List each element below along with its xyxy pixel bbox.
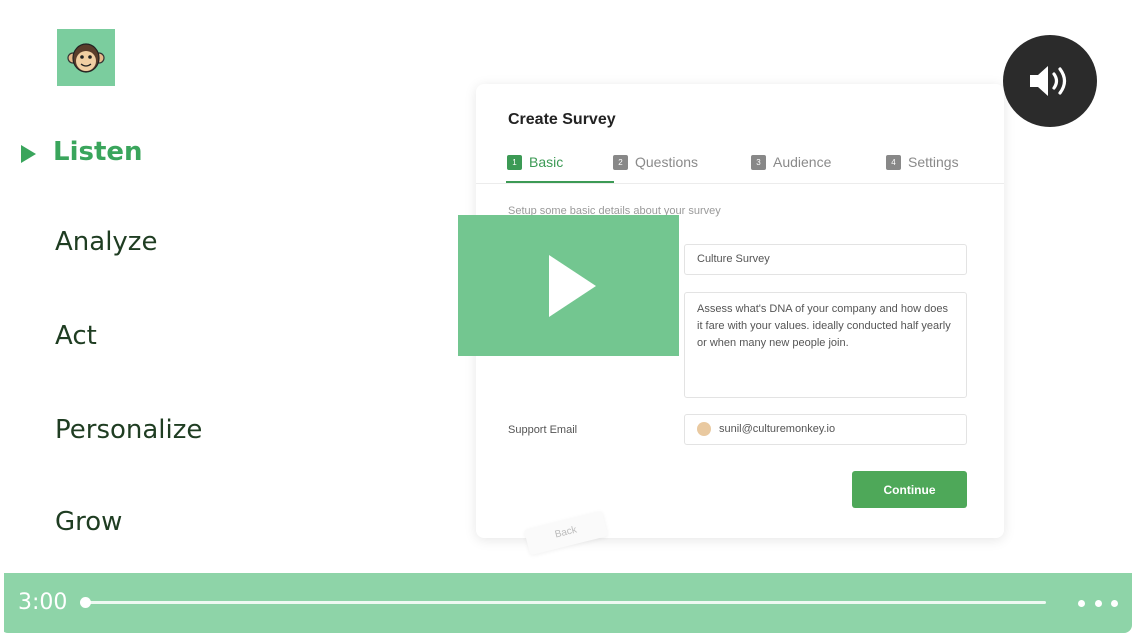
tab-number: 1	[507, 154, 522, 170]
card-title: Create Survey	[508, 111, 616, 128]
play-button[interactable]	[458, 215, 679, 356]
support-email-input[interactable]: sunil@culturemonkey.io	[684, 414, 967, 445]
tab-settings[interactable]: 4 Settings	[886, 154, 959, 170]
nav-item-grow[interactable]: Grow	[55, 507, 122, 537]
tab-number: 4	[886, 154, 901, 170]
survey-name-input[interactable]: Culture Survey	[684, 244, 967, 275]
progress-handle[interactable]	[80, 597, 91, 608]
avatar	[697, 422, 711, 437]
description-textarea[interactable]: Assess what's DNA of your company and ho…	[684, 292, 967, 398]
survey-tabs: 1 Basic 2 Questions 3 Audience 4 Setting…	[476, 150, 1004, 184]
tab-audience[interactable]: 3 Audience	[751, 154, 831, 170]
tab-number: 2	[613, 154, 628, 170]
nav-item-act[interactable]: Act	[55, 321, 97, 351]
play-icon	[549, 254, 596, 317]
volume-button[interactable]	[1003, 35, 1097, 127]
active-item-arrow-icon	[21, 145, 36, 163]
tab-questions[interactable]: 2 Questions	[613, 154, 698, 170]
support-email-value: sunil@culturemonkey.io	[719, 423, 836, 435]
more-icon	[1078, 599, 1085, 607]
support-email-label: Support Email	[508, 424, 578, 436]
tab-label: Questions	[635, 154, 699, 170]
more-icon	[1094, 599, 1102, 607]
playback-time: 3:00	[18, 590, 68, 615]
more-icon	[1111, 599, 1118, 607]
volume-icon	[1030, 66, 1067, 96]
active-tab-underline	[506, 181, 614, 183]
tab-label: Settings	[908, 154, 959, 170]
progress-bar[interactable]	[84, 601, 1046, 604]
more-options-button[interactable]	[1078, 594, 1118, 612]
tab-number: 3	[751, 154, 766, 170]
player-control-bar: 3:00	[4, 573, 1132, 633]
nav-item-personalize[interactable]: Personalize	[55, 415, 202, 445]
back-button[interactable]: Back	[524, 510, 608, 556]
tab-label: Basic	[529, 154, 564, 170]
monkey-logo-icon	[57, 29, 115, 86]
nav-item-analyze[interactable]: Analyze	[55, 227, 157, 257]
video-player[interactable]: Listen Analyze Act Personalize Grow Crea…	[0, 0, 1132, 633]
continue-button[interactable]: Continue	[852, 471, 967, 508]
tab-basic[interactable]: 1 Basic	[507, 154, 563, 170]
tab-label: Audience	[773, 154, 832, 170]
nav-item-listen[interactable]: Listen	[53, 137, 143, 167]
